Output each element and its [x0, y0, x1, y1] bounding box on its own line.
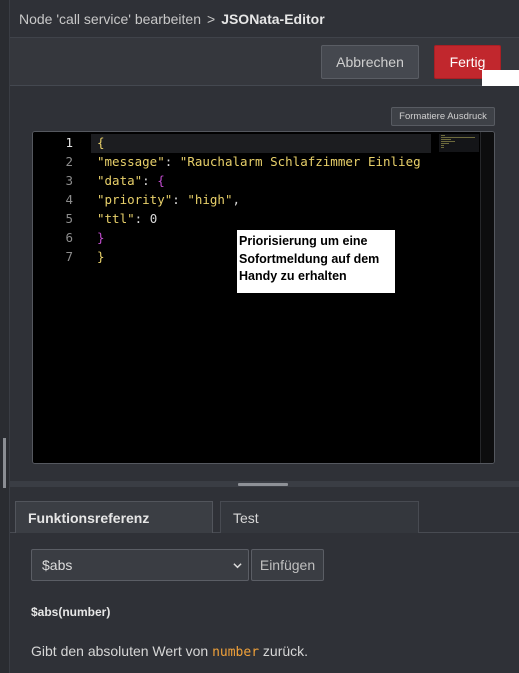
- left-panel-edge: [0, 0, 10, 673]
- code-number: 0: [149, 211, 158, 226]
- chevron-down-icon: [233, 563, 242, 569]
- annotation-callout: Priorisierung um eine Sofortmeldung auf …: [237, 230, 395, 293]
- line-number: 1: [65, 135, 73, 150]
- code-colon: :: [164, 154, 180, 169]
- tab-function-reference[interactable]: Funktionsreferenz: [15, 501, 213, 533]
- code-line-5: "ttl": 0: [97, 211, 157, 226]
- minimap-line: [441, 143, 449, 144]
- minimap-line: [441, 137, 475, 138]
- code-string: "high": [187, 192, 233, 207]
- code-colon: :: [134, 211, 150, 226]
- code-line-2: "message": "Rauchalarm Schlafzimmer Einl…: [97, 154, 421, 169]
- code-key: "ttl": [97, 211, 135, 226]
- function-description: Gibt den absoluten Wert von number zurüc…: [31, 643, 308, 660]
- splitter-handle[interactable]: [238, 483, 288, 486]
- function-signature: $abs(number): [31, 605, 111, 619]
- code-line-7: }: [97, 249, 105, 264]
- editor-area: Formatiere Ausdruck 1 2 3 4 5 6 7 { "mes…: [10, 86, 519, 481]
- page-title: JSONata-Editor: [221, 10, 325, 27]
- function-select[interactable]: $abs: [31, 549, 249, 581]
- code-key: "priority": [97, 192, 173, 207]
- code-line-4: "priority": "high",: [97, 192, 240, 207]
- description-code: number: [212, 645, 260, 660]
- code-colon: :: [142, 173, 158, 188]
- tray-header: Node 'call service' bearbeiten > JSONata…: [10, 0, 519, 38]
- code-key: "message": [97, 154, 165, 169]
- line-number: 5: [65, 211, 73, 226]
- minimap-line: [441, 135, 445, 136]
- description-text-end: zurück.: [259, 643, 309, 659]
- code-key: "data": [97, 173, 143, 188]
- code-line-1: {: [97, 135, 105, 150]
- code-brace: }: [97, 249, 105, 264]
- cancel-button[interactable]: Abbrechen: [321, 45, 419, 79]
- function-select-value: $abs: [42, 557, 73, 573]
- code-brace: {: [157, 173, 165, 188]
- reference-panel: Funktionsreferenz Test $abs Einfügen $ab…: [10, 487, 519, 673]
- code-string: "Rauchalarm Schlafzimmer Einlieg: [179, 154, 421, 169]
- line-number: 3: [65, 173, 73, 188]
- code-editor[interactable]: 1 2 3 4 5 6 7 { "message": "Rauchalarm S…: [32, 131, 495, 464]
- line-number: 6: [65, 230, 73, 245]
- format-expression-button[interactable]: Formatiere Ausdruck: [391, 107, 495, 126]
- code-brace: }: [97, 230, 105, 245]
- code-comma: ,: [232, 192, 241, 207]
- line-number: 2: [65, 154, 73, 169]
- line-number: 4: [65, 192, 73, 207]
- minimap-line: [441, 147, 444, 148]
- breadcrumb-separator: >: [207, 10, 216, 27]
- minimap-line: [441, 139, 451, 140]
- code-brace: {: [97, 135, 105, 150]
- panel-resize-grip[interactable]: [3, 438, 6, 488]
- minimap-line: [441, 145, 444, 146]
- editor-scrollbar[interactable]: [480, 132, 494, 463]
- insert-button[interactable]: Einfügen: [251, 549, 324, 581]
- description-text: Gibt den absoluten Wert von: [31, 643, 213, 659]
- code-colon: :: [172, 192, 188, 207]
- minimap-line: [441, 141, 455, 142]
- active-line-highlight: [33, 134, 431, 153]
- code-minimap[interactable]: [439, 132, 479, 463]
- line-number: 7: [65, 249, 73, 264]
- reference-tabs: Funktionsreferenz Test: [10, 487, 519, 533]
- code-line-6: }: [97, 230, 105, 245]
- tray-toolbar: Abbrechen Fertig: [10, 38, 519, 86]
- breadcrumb[interactable]: Node 'call service' bearbeiten: [19, 11, 201, 27]
- tab-test[interactable]: Test: [220, 501, 419, 533]
- code-line-3: "data": {: [97, 173, 165, 188]
